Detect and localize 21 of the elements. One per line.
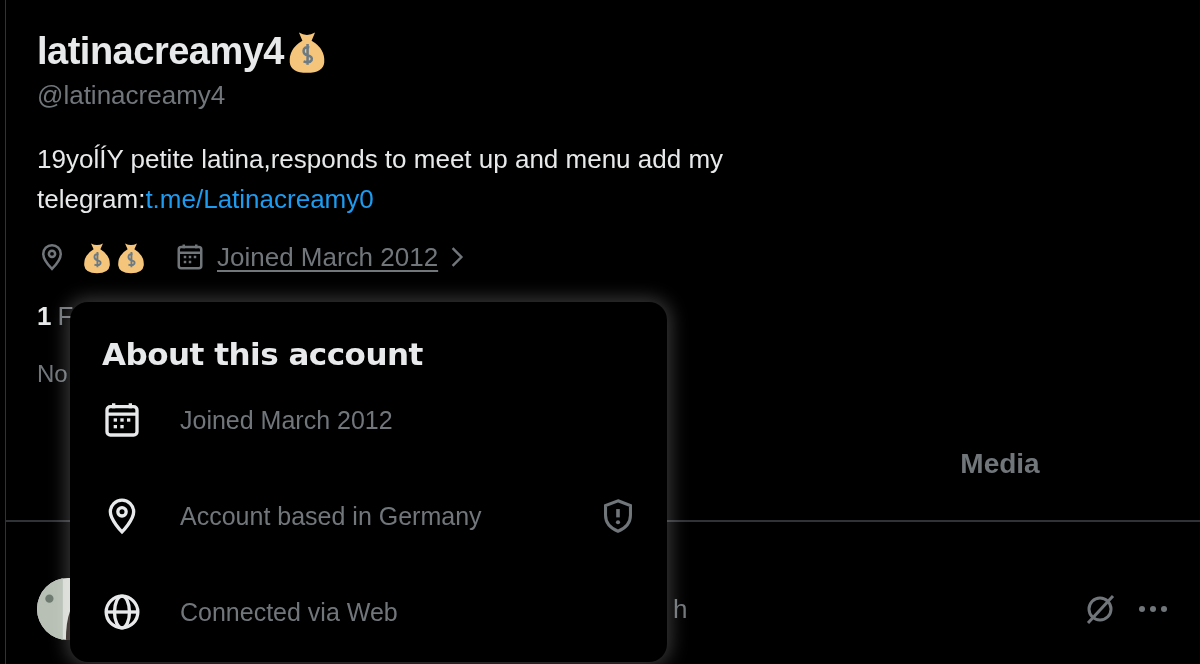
account-info-text: Connected via Web xyxy=(180,597,399,627)
handle: @latinacreamy4 xyxy=(37,80,227,111)
shield-alert-icon[interactable] xyxy=(601,498,635,534)
calendar-icon xyxy=(175,242,205,272)
chevron-right-icon xyxy=(450,246,465,268)
bio-link[interactable]: t.me/Latinacreamy0 xyxy=(145,179,374,219)
following-label: F xyxy=(57,301,74,332)
followers-note: No xyxy=(37,360,69,388)
bio-text: telegram: xyxy=(37,183,146,216)
tab[interactable]: Media xyxy=(800,448,1200,480)
calendar-icon xyxy=(102,400,142,440)
account-info-text: Joined March 2012 xyxy=(180,405,394,435)
popup-title: About this account xyxy=(102,336,424,372)
display-name: latinacreamy4 xyxy=(37,29,284,73)
account-info-text: Account based in Germany xyxy=(180,501,483,531)
following-count: 1 xyxy=(37,301,52,332)
bio-text: 19yoĺÍY petite latina,responds to meet up and menu add my xyxy=(37,143,725,176)
globe-icon xyxy=(102,592,142,632)
joined-link[interactable]: Joined March 2012 xyxy=(217,241,439,273)
post-time: h xyxy=(673,593,688,625)
more-icon[interactable] xyxy=(1138,604,1168,614)
